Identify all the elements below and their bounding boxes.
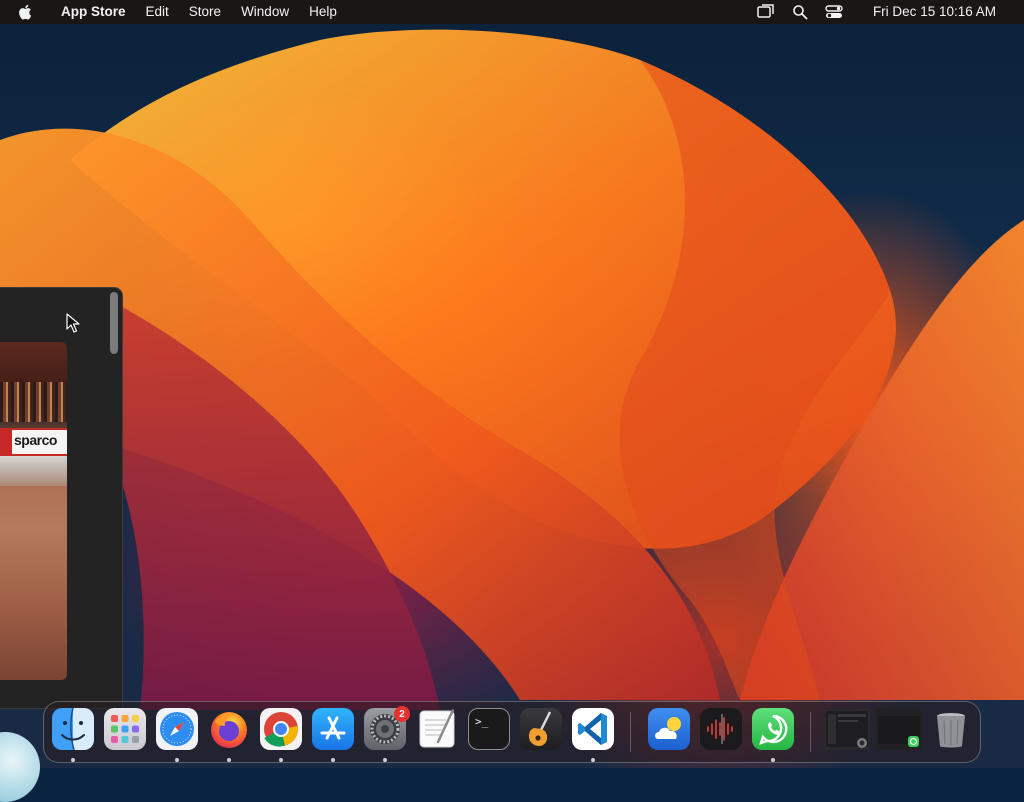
safari-icon (156, 708, 198, 750)
dock-item-whatsapp[interactable] (752, 708, 794, 762)
menu-window[interactable]: Window (231, 0, 299, 24)
track-surface (0, 456, 67, 486)
wallpaper-petals (0, 29, 1024, 710)
dock-separator (630, 712, 631, 752)
barrier-post (0, 428, 12, 454)
terminal-icon: >_ (468, 708, 510, 750)
menu-edit[interactable]: Edit (136, 0, 179, 24)
running-indicator (279, 758, 283, 762)
running-indicator (383, 758, 387, 762)
finder-icon (52, 708, 94, 750)
running-indicator (771, 758, 775, 762)
whatsapp-icon (752, 708, 794, 750)
racing-image-thumbnail[interactable]: sparco (0, 342, 67, 680)
vertical-scrollbar[interactable] (110, 292, 118, 354)
dock-item-finder[interactable] (52, 708, 94, 762)
desktop-wallpaper (0, 0, 1024, 768)
menu-app-store[interactable]: App Store (51, 0, 136, 24)
voice-memos-icon (700, 708, 742, 750)
weather-icon (648, 708, 690, 750)
launchpad-icon (104, 708, 146, 750)
minimized-window-icon (876, 708, 922, 750)
dock-item-firefox[interactable] (208, 708, 250, 762)
spotlight-search-icon[interactable] (791, 3, 809, 21)
vscode-icon (572, 708, 614, 750)
running-indicator (71, 758, 75, 762)
chrome-icon (260, 708, 302, 750)
dock-item-trash[interactable] (930, 708, 972, 750)
minimized-window-icon (824, 708, 870, 750)
dock-item-chrome[interactable] (260, 708, 302, 762)
trash-icon (930, 708, 972, 750)
dock-item-safari[interactable] (156, 708, 198, 762)
running-indicator (227, 758, 231, 762)
running-indicator (175, 758, 179, 762)
menu-bar-clock[interactable]: Fri Dec 15 10:16 AM (863, 0, 1006, 24)
dock: 2 >_ (43, 701, 981, 763)
terminal-prompt: >_ (475, 715, 489, 728)
mouse-pointer-icon (66, 313, 80, 333)
app-store-icon (312, 708, 354, 750)
app-window-partial[interactable]: sparco (0, 287, 123, 709)
dock-item-voice-memos[interactable] (700, 708, 742, 750)
sponsor-text: sparco (14, 432, 57, 448)
dock-item-garageband[interactable] (520, 708, 562, 750)
dock-item-system-settings[interactable]: 2 (364, 706, 410, 762)
dock-item-textedit[interactable] (416, 708, 458, 750)
screen-mirroring-icon[interactable] (757, 3, 775, 21)
textedit-icon (416, 708, 458, 750)
crowd-stands (0, 382, 67, 422)
dock-item-app-store[interactable] (312, 708, 354, 762)
apple-menu-icon[interactable] (17, 3, 35, 21)
dock-item-weather[interactable] (648, 708, 690, 750)
dock-item-terminal[interactable]: >_ (468, 708, 510, 750)
dock-item-minimized-window-1[interactable] (824, 708, 870, 750)
firefox-icon (208, 708, 250, 750)
menu-store[interactable]: Store (179, 0, 231, 24)
dock-item-launchpad[interactable] (104, 708, 146, 750)
dock-separator (810, 712, 811, 752)
garageband-icon (520, 708, 562, 750)
notification-badge: 2 (394, 706, 410, 722)
running-indicator (591, 758, 595, 762)
menu-help[interactable]: Help (299, 0, 347, 24)
dock-item-vscode[interactable] (572, 708, 614, 762)
running-indicator (331, 758, 335, 762)
menu-bar: App Store Edit Store Window Help Fri Dec… (0, 0, 1024, 24)
dock-item-minimized-window-2[interactable] (876, 708, 922, 750)
control-center-icon[interactable] (825, 3, 843, 21)
